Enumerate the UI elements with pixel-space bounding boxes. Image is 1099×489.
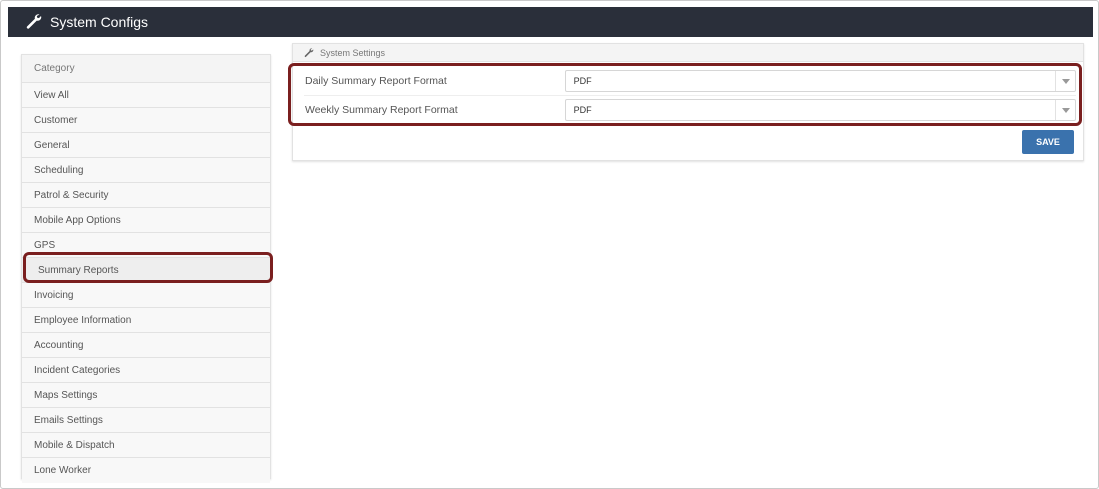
sidebar-item-invoicing[interactable]: Invoicing <box>22 283 270 308</box>
panel-title: System Settings <box>320 47 386 58</box>
wrench-icon <box>303 47 315 59</box>
sidebar-item-accounting[interactable]: Accounting <box>22 333 270 358</box>
sidebar-item-maps-settings[interactable]: Maps Settings <box>22 383 270 408</box>
system-settings-panel: System Settings Daily Summary Report For… <box>292 43 1084 161</box>
sidebar-item-general[interactable]: General <box>22 133 270 158</box>
weekly-format-row: Weekly Summary Report Format PDF <box>304 97 1076 123</box>
panel-header: System Settings <box>293 44 1083 62</box>
sidebar-item-employee-information[interactable]: Employee Information <box>22 308 270 333</box>
sidebar-item-emails-settings[interactable]: Emails Settings <box>22 408 270 433</box>
weekly-format-value: PDF <box>573 105 592 115</box>
sidebar-item-patrol-security[interactable]: Patrol & Security <box>22 183 270 208</box>
sidebar-item-incident-categories[interactable]: Incident Categories <box>22 358 270 383</box>
daily-format-row: Daily Summary Report Format PDF <box>304 68 1076 94</box>
weekly-format-select[interactable]: PDF <box>564 99 1076 121</box>
row-divider <box>304 95 1076 96</box>
sidebar-item-gps[interactable]: GPS <box>22 233 270 258</box>
daily-format-label: Daily Summary Report Format <box>305 75 447 87</box>
daily-format-select[interactable]: PDF <box>564 70 1076 92</box>
sidebar-item-scheduling[interactable]: Scheduling <box>22 158 270 183</box>
sidebar-item-lone-worker[interactable]: Lone Worker <box>22 458 270 483</box>
app-window: System Configs Category View All Custome… <box>0 0 1099 489</box>
sidebar-item-summary-reports[interactable]: Summary Reports <box>22 258 270 283</box>
sidebar-item-view-all[interactable]: View All <box>22 83 270 108</box>
category-sidebar: Category View All Customer General Sched… <box>21 54 271 483</box>
sidebar-item-mobile-app-options[interactable]: Mobile App Options <box>22 208 270 233</box>
chevron-down-icon[interactable] <box>1055 100 1075 120</box>
chevron-down-icon[interactable] <box>1055 71 1075 91</box>
weekly-format-label: Weekly Summary Report Format <box>305 104 458 116</box>
wrench-icon <box>24 12 44 32</box>
save-button[interactable]: SAVE <box>1022 130 1074 154</box>
top-bar: System Configs <box>8 7 1093 37</box>
category-header: Category <box>22 55 270 83</box>
daily-format-value: PDF <box>573 76 592 86</box>
page-title: System Configs <box>50 14 149 30</box>
sidebar-item-mobile-dispatch[interactable]: Mobile & Dispatch <box>22 433 270 458</box>
sidebar-item-customer[interactable]: Customer <box>22 108 270 133</box>
